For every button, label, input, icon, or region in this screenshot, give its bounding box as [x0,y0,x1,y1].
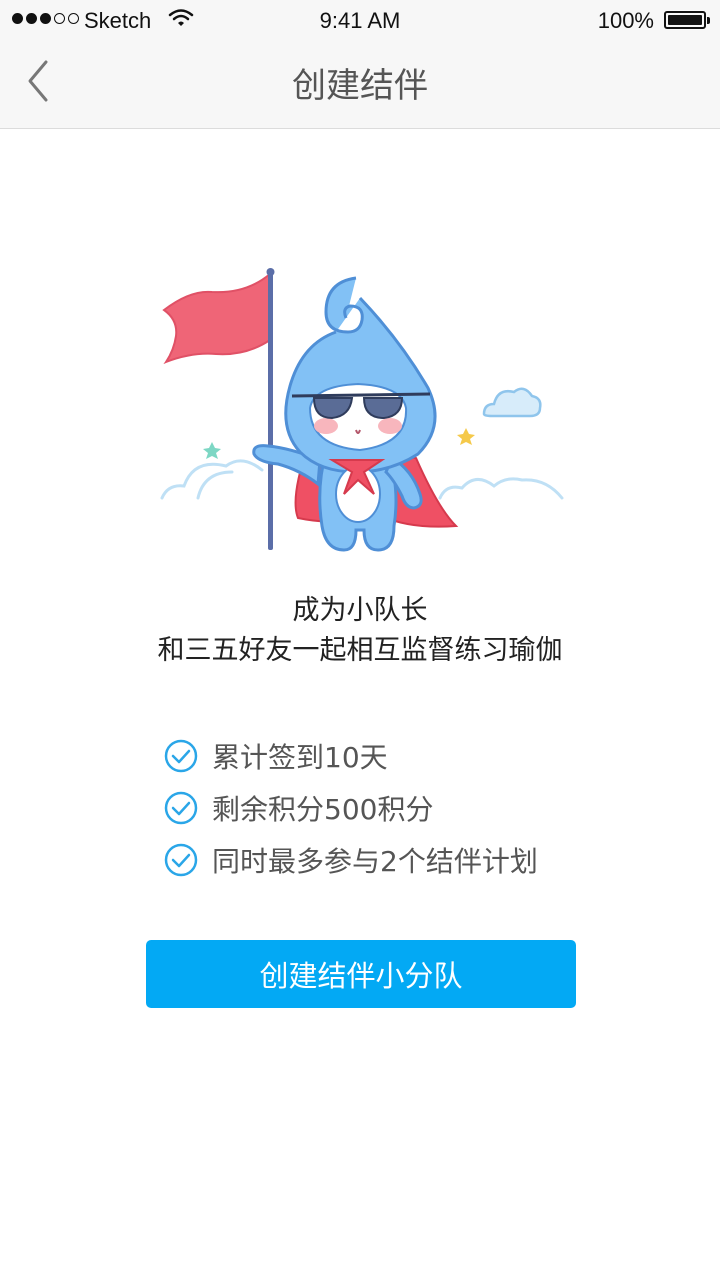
list-item-label: 剩余积分500积分 [212,793,434,826]
cloud-left-illustration [160,459,264,500]
status-bar: Sketch 9:41 AM 100% [0,0,720,40]
list-item: 累计签到10天 [164,730,624,782]
blush-right-illustration [378,418,402,434]
page-title: 创建结伴 [292,66,428,106]
battery-icon [664,11,710,29]
list-item-label: 同时最多参与2个结伴计划 [212,845,538,878]
star-yellow-icon [457,428,475,445]
intro-subline: 和三五好友一起相互监督练习瑜伽 [157,635,563,666]
requirements-list: 累计签到10天 剩余积分500积分 同时最多参与2个结伴计划 [164,730,624,886]
flag-illustration [162,268,275,550]
create-squad-button[interactable]: 创建结伴小分队 [146,940,576,1008]
list-item-label: 累计签到10天 [212,741,388,774]
blush-left-illustration [314,418,338,434]
list-item: 剩余积分500积分 [164,782,624,834]
intro-headline: 成为小队长 [292,595,428,626]
captain-mascot-illustration [160,268,564,552]
battery-percentage: 100% [597,8,654,33]
navigation-bar: 创建结伴 [0,40,720,129]
cloud-right-illustration [438,477,564,500]
small-cloud-illustration [482,387,542,418]
check-circle-icon [164,843,198,877]
check-circle-icon [164,791,198,825]
check-circle-icon [164,739,198,773]
star-green-icon [203,442,221,459]
list-item: 同时最多参与2个结伴计划 [164,834,624,886]
